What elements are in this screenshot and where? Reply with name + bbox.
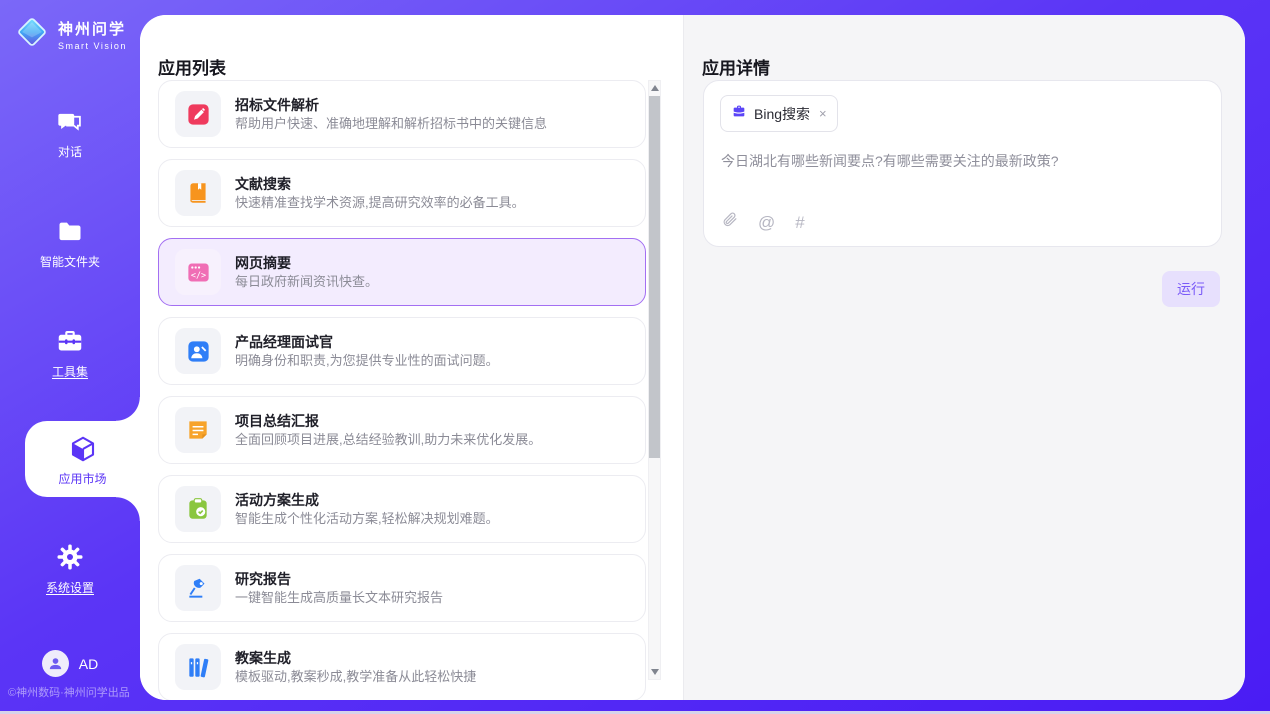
interviewer-icon [175, 328, 221, 374]
sidebar-item-chat[interactable]: 对话 [0, 108, 140, 158]
sidebar-item-label: 对话 [58, 146, 82, 158]
books-icon [175, 644, 221, 690]
sidebar-item-label: 工具集 [52, 366, 88, 378]
app-card-description: 明确身份和职责,为您提供专业性的面试问题。 [235, 354, 499, 367]
app-detail-panel: 应用详情 Bing搜索 × 今日湖北有哪些新闻要点?有哪些需要关注的最新政策? … [683, 15, 1245, 700]
app-card[interactable]: 项目总结汇报全面回顾项目进展,总结经验教训,助力未来优化发展。 [158, 396, 646, 464]
scroll-up-icon [651, 85, 659, 91]
app-card[interactable]: 研究报告一键智能生成高质量长文本研究报告 [158, 554, 646, 622]
app-list-panel: 应用列表 招标文件解析帮助用户快速、准确地理解和解析招标书中的关键信息文献搜索快… [140, 15, 683, 700]
sidebar-item-label: 智能文件夹 [40, 256, 100, 268]
sidebar-item-app-market[interactable]: 应用市场 [25, 421, 140, 497]
app-detail-title: 应用详情 [702, 54, 770, 79]
app-card-title: 研究报告 [235, 572, 443, 586]
prompt-card: Bing搜索 × 今日湖北有哪些新闻要点?有哪些需要关注的最新政策? @ # [703, 80, 1222, 247]
scrollbar-thumb[interactable] [649, 96, 660, 458]
copyright-text: ©神州数码·神州问学出品 [8, 684, 130, 700]
sidebar-item-system-settings[interactable]: 系统设置 [0, 542, 140, 594]
app-card-description: 全面回顾项目进展,总结经验教训,助力未来优化发展。 [235, 433, 541, 446]
prompt-input[interactable]: 今日湖北有哪些新闻要点?有哪些需要关注的最新政策? [721, 151, 1204, 171]
gear-icon [55, 542, 85, 575]
app-card-title: 教案生成 [235, 651, 476, 665]
attachment-icon[interactable] [721, 211, 738, 233]
svg-text:</>: </> [190, 270, 205, 280]
app-card-title: 项目总结汇报 [235, 414, 541, 428]
app-card-description: 智能生成个性化活动方案,轻松解决规划难题。 [235, 512, 499, 525]
app-card-description: 模板驱动,教案秒成,教学准备从此轻松快捷 [235, 670, 476, 683]
brand-logo: 神州问学 Smart Vision [14, 14, 127, 55]
app-card-description: 每日政府新闻资讯快查。 [235, 275, 378, 288]
briefcase-icon [731, 103, 747, 124]
scroll-down-icon [651, 669, 659, 675]
run-button[interactable]: 运行 [1162, 271, 1220, 307]
folder-icon [56, 218, 84, 249]
app-card[interactable]: 文献搜索快速精准查找学术资源,提高研究效率的必备工具。 [158, 159, 646, 227]
clipboard-check-icon [175, 486, 221, 532]
mention-icon[interactable]: @ [758, 214, 775, 231]
chat-icon [56, 108, 84, 139]
app-list-title: 应用列表 [158, 54, 226, 79]
app-card-description: 一键智能生成高质量长文本研究报告 [235, 591, 443, 604]
book-icon [175, 170, 221, 216]
user-initials: AD [79, 656, 98, 672]
app-card-description: 快速精准查找学术资源,提高研究效率的必备工具。 [235, 196, 525, 209]
user-badge[interactable]: AD [0, 650, 140, 677]
tool-tag-bing-search[interactable]: Bing搜索 × [720, 95, 838, 132]
tool-tag-close-icon[interactable]: × [819, 107, 827, 120]
app-list: 招标文件解析帮助用户快速、准确地理解和解析招标书中的关键信息文献搜索快速精准查找… [158, 80, 648, 700]
note-icon [175, 407, 221, 453]
sidebar-item-label: 应用市场 [58, 473, 106, 485]
scroll-up-button[interactable] [649, 81, 660, 95]
toolbox-icon [55, 326, 85, 359]
app-card[interactable]: 招标文件解析帮助用户快速、准确地理解和解析招标书中的关键信息 [158, 80, 646, 148]
cube-icon [68, 434, 98, 467]
app-card-title: 文献搜索 [235, 177, 525, 191]
research-icon [175, 565, 221, 611]
app-card-title: 活动方案生成 [235, 493, 499, 507]
brand-subtitle: Smart Vision [58, 41, 127, 51]
avatar [42, 650, 69, 677]
main-panel: 应用列表 招标文件解析帮助用户快速、准确地理解和解析招标书中的关键信息文献搜索快… [140, 15, 1245, 700]
tool-tag-label: Bing搜索 [754, 104, 810, 124]
sidebar-item-toolset[interactable]: 工具集 [0, 326, 140, 378]
doc-edit-icon [175, 91, 221, 137]
app-card[interactable]: 产品经理面试官明确身份和职责,为您提供专业性的面试问题。 [158, 317, 646, 385]
brand-name: 神州问学 [58, 18, 127, 39]
sidebar: 神州问学 Smart Vision 对话智能文件夹工具集应用市场系统设置 AD … [0, 0, 140, 714]
brand-diamond-icon [14, 14, 50, 55]
app-card-description: 帮助用户快速、准确地理解和解析招标书中的关键信息 [235, 117, 547, 130]
hashtag-icon[interactable]: # [795, 214, 804, 231]
app-card-title: 招标文件解析 [235, 98, 547, 112]
app-card[interactable]: </> 网页摘要每日政府新闻资讯快查。 [158, 238, 646, 306]
sidebar-item-label: 系统设置 [46, 582, 94, 594]
app-card-title: 网页摘要 [235, 256, 378, 270]
sidebar-item-smart-folders[interactable]: 智能文件夹 [0, 218, 140, 268]
scroll-down-button[interactable] [649, 665, 660, 679]
app-card-title: 产品经理面试官 [235, 335, 499, 349]
browser-code-icon: </> [175, 249, 221, 295]
app-card[interactable]: 教案生成模板驱动,教案秒成,教学准备从此轻松快捷 [158, 633, 646, 700]
app-card[interactable]: 活动方案生成智能生成个性化活动方案,轻松解决规划难题。 [158, 475, 646, 543]
scrollbar[interactable] [648, 80, 661, 680]
composer-toolbar: @ # [721, 211, 805, 233]
